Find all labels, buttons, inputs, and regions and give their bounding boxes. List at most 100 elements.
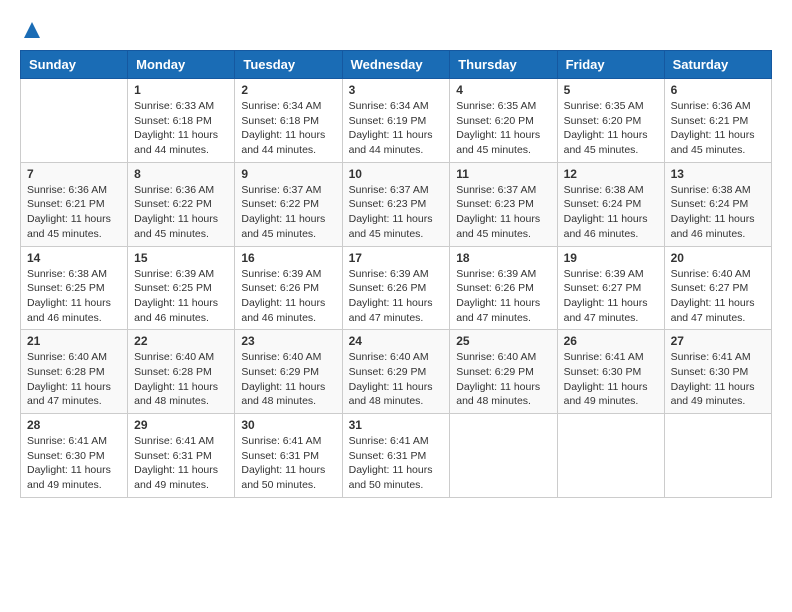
day-number: 9	[241, 167, 335, 181]
logo	[20, 20, 42, 40]
calendar-cell: 1Sunrise: 6:33 AMSunset: 6:18 PMDaylight…	[128, 79, 235, 163]
day-info: Sunrise: 6:35 AMSunset: 6:20 PMDaylight:…	[456, 99, 550, 158]
calendar-cell: 11 Sunrise: 6:37 AMSunset: 6:23 PMDayligh…	[450, 162, 557, 246]
weekday-header: Sunday	[21, 51, 128, 79]
day-info: Sunrise: 6:37 AMSunset: 6:22 PMDaylight:…	[241, 183, 335, 242]
day-number: 26	[564, 334, 658, 348]
calendar-cell: 27 Sunrise: 6:41 AMSunset: 6:30 PMDayligh…	[664, 330, 771, 414]
calendar-cell: 18Sunrise: 6:39 AMSunset: 6:26 PMDayligh…	[450, 246, 557, 330]
calendar-cell: 16Sunrise: 6:39 AMSunset: 6:26 PMDayligh…	[235, 246, 342, 330]
calendar-cell: 26 Sunrise: 6:41 AMSunset: 6:30 PMDayligh…	[557, 330, 664, 414]
day-number: 13	[671, 167, 765, 181]
calendar-week-row: 7 Sunrise: 6:36 AMSunset: 6:21 PMDaylight…	[21, 162, 772, 246]
calendar-cell: 5 Sunrise: 6:35 AMSunset: 6:20 PMDaylight…	[557, 79, 664, 163]
calendar-cell: 9 Sunrise: 6:37 AMSunset: 6:22 PMDaylight…	[235, 162, 342, 246]
day-info: Sunrise: 6:38 AMSunset: 6:25 PMDaylight:…	[27, 267, 121, 326]
day-info: Sunrise: 6:40 AMSunset: 6:29 PMDaylight:…	[456, 350, 550, 409]
calendar-cell: 28 Sunrise: 6:41 AMSunset: 6:30 PMDayligh…	[21, 414, 128, 498]
day-number: 19	[564, 251, 658, 265]
day-number: 29	[134, 418, 228, 432]
day-info: Sunrise: 6:41 AMSunset: 6:31 PMDaylight:…	[349, 434, 444, 493]
calendar-cell: 29 Sunrise: 6:41 AMSunset: 6:31 PMDayligh…	[128, 414, 235, 498]
calendar-cell: 15 Sunrise: 6:39 AMSunset: 6:25 PMDayligh…	[128, 246, 235, 330]
calendar-week-row: 14 Sunrise: 6:38 AMSunset: 6:25 PMDayligh…	[21, 246, 772, 330]
day-number: 3	[349, 83, 444, 97]
day-number: 28	[27, 418, 121, 432]
weekday-header: Friday	[557, 51, 664, 79]
day-info: Sunrise: 6:40 AMSunset: 6:29 PMDaylight:…	[241, 350, 335, 409]
day-number: 18	[456, 251, 550, 265]
day-info: Sunrise: 6:40 AMSunset: 6:29 PMDaylight:…	[349, 350, 444, 409]
day-number: 16	[241, 251, 335, 265]
calendar-cell: 20 Sunrise: 6:40 AMSunset: 6:27 PMDayligh…	[664, 246, 771, 330]
day-number: 20	[671, 251, 765, 265]
calendar-cell: 25Sunrise: 6:40 AMSunset: 6:29 PMDayligh…	[450, 330, 557, 414]
calendar-cell: 13Sunrise: 6:38 AMSunset: 6:24 PMDayligh…	[664, 162, 771, 246]
day-number: 5	[564, 83, 658, 97]
day-info: Sunrise: 6:41 AMSunset: 6:30 PMDaylight:…	[27, 434, 121, 493]
day-number: 15	[134, 251, 228, 265]
day-info: Sunrise: 6:41 AMSunset: 6:30 PMDaylight:…	[564, 350, 658, 409]
day-info: Sunrise: 6:40 AMSunset: 6:28 PMDaylight:…	[27, 350, 121, 409]
day-info: Sunrise: 6:39 AMSunset: 6:25 PMDaylight:…	[134, 267, 228, 326]
calendar-cell: 19Sunrise: 6:39 AMSunset: 6:27 PMDayligh…	[557, 246, 664, 330]
calendar-cell: 17 Sunrise: 6:39 AMSunset: 6:26 PMDayligh…	[342, 246, 450, 330]
weekday-header: Thursday	[450, 51, 557, 79]
calendar-week-row: 1Sunrise: 6:33 AMSunset: 6:18 PMDaylight…	[21, 79, 772, 163]
weekday-header: Wednesday	[342, 51, 450, 79]
weekday-header: Tuesday	[235, 51, 342, 79]
day-number: 17	[349, 251, 444, 265]
day-info: Sunrise: 6:35 AMSunset: 6:20 PMDaylight:…	[564, 99, 658, 158]
calendar-week-row: 28 Sunrise: 6:41 AMSunset: 6:30 PMDayligh…	[21, 414, 772, 498]
day-number: 7	[27, 167, 121, 181]
calendar-cell: 24 Sunrise: 6:40 AMSunset: 6:29 PMDayligh…	[342, 330, 450, 414]
day-number: 24	[349, 334, 444, 348]
calendar-cell: 21 Sunrise: 6:40 AMSunset: 6:28 PMDayligh…	[21, 330, 128, 414]
day-info: Sunrise: 6:41 AMSunset: 6:31 PMDaylight:…	[134, 434, 228, 493]
day-number: 30	[241, 418, 335, 432]
day-number: 2	[241, 83, 335, 97]
calendar-cell	[664, 414, 771, 498]
calendar-cell: 2 Sunrise: 6:34 AMSunset: 6:18 PMDaylight…	[235, 79, 342, 163]
calendar-cell: 10 Sunrise: 6:37 AMSunset: 6:23 PMDayligh…	[342, 162, 450, 246]
day-number: 22	[134, 334, 228, 348]
day-info: Sunrise: 6:37 AMSunset: 6:23 PMDaylight:…	[349, 183, 444, 242]
logo-icon	[22, 20, 42, 40]
calendar-cell: 23 Sunrise: 6:40 AMSunset: 6:29 PMDayligh…	[235, 330, 342, 414]
calendar-cell: 14 Sunrise: 6:38 AMSunset: 6:25 PMDayligh…	[21, 246, 128, 330]
day-info: Sunrise: 6:41 AMSunset: 6:31 PMDaylight:…	[241, 434, 335, 493]
day-number: 10	[349, 167, 444, 181]
calendar-cell: 30 Sunrise: 6:41 AMSunset: 6:31 PMDayligh…	[235, 414, 342, 498]
weekday-header: Monday	[128, 51, 235, 79]
day-number: 4	[456, 83, 550, 97]
weekday-header: Saturday	[664, 51, 771, 79]
day-number: 23	[241, 334, 335, 348]
day-info: Sunrise: 6:36 AMSunset: 6:21 PMDaylight:…	[671, 99, 765, 158]
weekday-header-row: SundayMondayTuesdayWednesdayThursdayFrid…	[21, 51, 772, 79]
day-number: 11	[456, 167, 550, 181]
day-info: Sunrise: 6:40 AMSunset: 6:27 PMDaylight:…	[671, 267, 765, 326]
day-number: 21	[27, 334, 121, 348]
day-number: 27	[671, 334, 765, 348]
calendar-cell: 22Sunrise: 6:40 AMSunset: 6:28 PMDayligh…	[128, 330, 235, 414]
calendar-cell: 7 Sunrise: 6:36 AMSunset: 6:21 PMDaylight…	[21, 162, 128, 246]
day-info: Sunrise: 6:34 AMSunset: 6:18 PMDaylight:…	[241, 99, 335, 158]
day-info: Sunrise: 6:34 AMSunset: 6:19 PMDaylight:…	[349, 99, 444, 158]
calendar-cell: 12 Sunrise: 6:38 AMSunset: 6:24 PMDayligh…	[557, 162, 664, 246]
day-info: Sunrise: 6:37 AMSunset: 6:23 PMDaylight:…	[456, 183, 550, 242]
day-info: Sunrise: 6:38 AMSunset: 6:24 PMDaylight:…	[564, 183, 658, 242]
day-info: Sunrise: 6:41 AMSunset: 6:30 PMDaylight:…	[671, 350, 765, 409]
day-info: Sunrise: 6:39 AMSunset: 6:26 PMDaylight:…	[349, 267, 444, 326]
day-info: Sunrise: 6:36 AMSunset: 6:22 PMDaylight:…	[134, 183, 228, 242]
calendar-table: SundayMondayTuesdayWednesdayThursdayFrid…	[20, 50, 772, 498]
calendar-cell: 4 Sunrise: 6:35 AMSunset: 6:20 PMDaylight…	[450, 79, 557, 163]
day-number: 12	[564, 167, 658, 181]
calendar-cell: 3 Sunrise: 6:34 AMSunset: 6:19 PMDaylight…	[342, 79, 450, 163]
day-number: 6	[671, 83, 765, 97]
calendar-cell: 8Sunrise: 6:36 AMSunset: 6:22 PMDaylight…	[128, 162, 235, 246]
calendar-cell	[450, 414, 557, 498]
calendar-cell	[557, 414, 664, 498]
day-number: 14	[27, 251, 121, 265]
page-header	[20, 20, 772, 40]
day-info: Sunrise: 6:36 AMSunset: 6:21 PMDaylight:…	[27, 183, 121, 242]
